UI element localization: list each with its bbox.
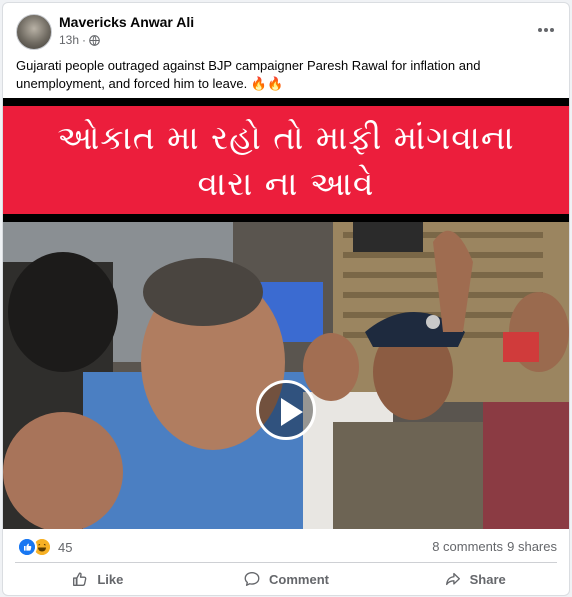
post-card: Mavericks Anwar Ali 13h · Gujarati peopl… — [2, 2, 570, 596]
separator-dot: · — [82, 33, 87, 47]
shares-count[interactable]: 9 shares — [507, 539, 557, 554]
reaction-summary[interactable]: 45 — [17, 537, 72, 557]
play-button[interactable] — [256, 380, 316, 440]
post-caption: Gujarati people outraged against BJP cam… — [16, 58, 481, 91]
thumbs-up-icon — [73, 572, 87, 586]
video-frame — [3, 222, 569, 529]
reaction-count: 45 — [58, 539, 73, 555]
comment-button[interactable]: Comment — [192, 564, 381, 594]
comment-icon — [244, 572, 260, 586]
like-button[interactable]: Like — [3, 564, 192, 594]
post-header: Mavericks Anwar Ali 13h · — [3, 3, 569, 53]
post-stats: 45 8 comments 9 shares — [3, 530, 569, 560]
comment-label: Comment — [269, 571, 329, 587]
video-banner: ઓકાત મા રહો તો માફી માંગવાના વારા ના આવે — [3, 106, 569, 214]
avatar[interactable] — [16, 14, 52, 50]
post-meta: 13h · — [59, 33, 100, 47]
play-icon — [281, 398, 303, 426]
author-name[interactable]: Mavericks Anwar Ali — [59, 14, 194, 30]
banner-line-1: ઓકાત મા રહો તો માફી માંગવાના — [57, 118, 515, 157]
comments-count[interactable]: 8 comments — [432, 539, 503, 554]
like-label: Like — [97, 571, 124, 587]
share-label: Share — [469, 571, 506, 587]
like-reaction-icon — [17, 537, 37, 557]
video-player[interactable]: ઓકાત મા રહો તો માફી માંગવાના વારા ના આવે — [3, 98, 569, 529]
banner-line-2: વારા ના આવે — [197, 164, 375, 203]
share-icon — [445, 572, 460, 586]
more-icon[interactable] — [535, 19, 557, 41]
share-button[interactable]: Share — [380, 564, 569, 594]
divider — [15, 562, 557, 563]
post-actions: Like Comment Share — [3, 564, 569, 594]
globe-icon — [89, 34, 100, 46]
post-time[interactable]: 13h — [59, 33, 79, 47]
